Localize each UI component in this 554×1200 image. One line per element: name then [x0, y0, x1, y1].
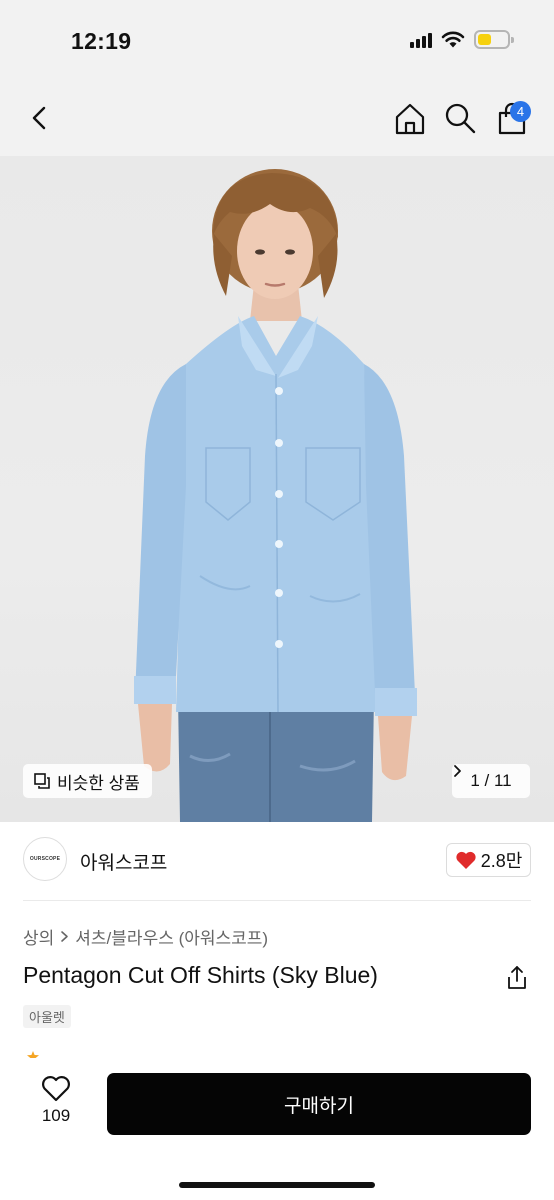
copy-icon [34, 773, 50, 789]
status-time: 12:19 [71, 28, 132, 54]
similar-products-label: 비슷한 상품 [57, 773, 140, 793]
cart-count-badge: 4 [510, 101, 531, 122]
section-divider [23, 900, 531, 901]
brand-like-button[interactable]: 2.8만 [446, 843, 531, 877]
similar-products-button[interactable]: 비슷한 상품 [23, 764, 152, 798]
status-icons [410, 30, 514, 49]
cellular-signal-icon [410, 32, 432, 48]
brand-row: OURSCOPE 아워스코프 2.8만 [0, 830, 554, 892]
wifi-icon [441, 31, 465, 48]
breadcrumb-item-top[interactable]: 상의 [23, 924, 54, 949]
top-nav-bar [0, 80, 554, 156]
brand-logo-text: OURSCOPE [29, 856, 61, 862]
heart-filled-icon [456, 851, 476, 869]
product-image-gallery[interactable]: 비슷한 상품 1 / 11 [0, 156, 554, 822]
battery-icon [474, 30, 514, 49]
home-icon[interactable] [392, 101, 428, 137]
breadcrumb-item-category[interactable]: 셔츠/블라우스 (아워스코프) [75, 924, 268, 949]
buy-button[interactable]: 구매하기 [107, 1073, 531, 1135]
outlet-tag: 아울렛 [23, 1005, 71, 1028]
wishlist-button[interactable]: 109 [30, 1075, 82, 1135]
product-title: Pentagon Cut Off Shirts (Sky Blue) [23, 962, 378, 988]
search-icon[interactable] [443, 101, 477, 135]
star-icon [27, 1050, 39, 1058]
bottom-action-bar: 109 구매하기 [0, 1058, 554, 1200]
wishlist-count: 109 [41, 1106, 71, 1125]
share-icon[interactable] [505, 965, 529, 991]
breadcrumb: 상의 셔츠/블라우스 (아워스코프) [23, 924, 268, 949]
chevron-right-icon [454, 765, 461, 777]
image-pager-button[interactable]: 1 / 11 [452, 764, 530, 798]
chevron-right-icon [61, 931, 69, 942]
brand-logo[interactable]: OURSCOPE [23, 837, 67, 881]
chevron-left-icon[interactable] [22, 100, 58, 136]
product-photo [134, 169, 417, 822]
brand-name[interactable]: 아워스코프 [80, 848, 167, 875]
status-bar: 12:19 [0, 0, 554, 80]
heart-outline-icon [42, 1076, 70, 1102]
image-pager-text: 1 / 11 [470, 771, 512, 790]
brand-like-count: 2.8만 [480, 851, 523, 871]
home-indicator [179, 1182, 375, 1188]
